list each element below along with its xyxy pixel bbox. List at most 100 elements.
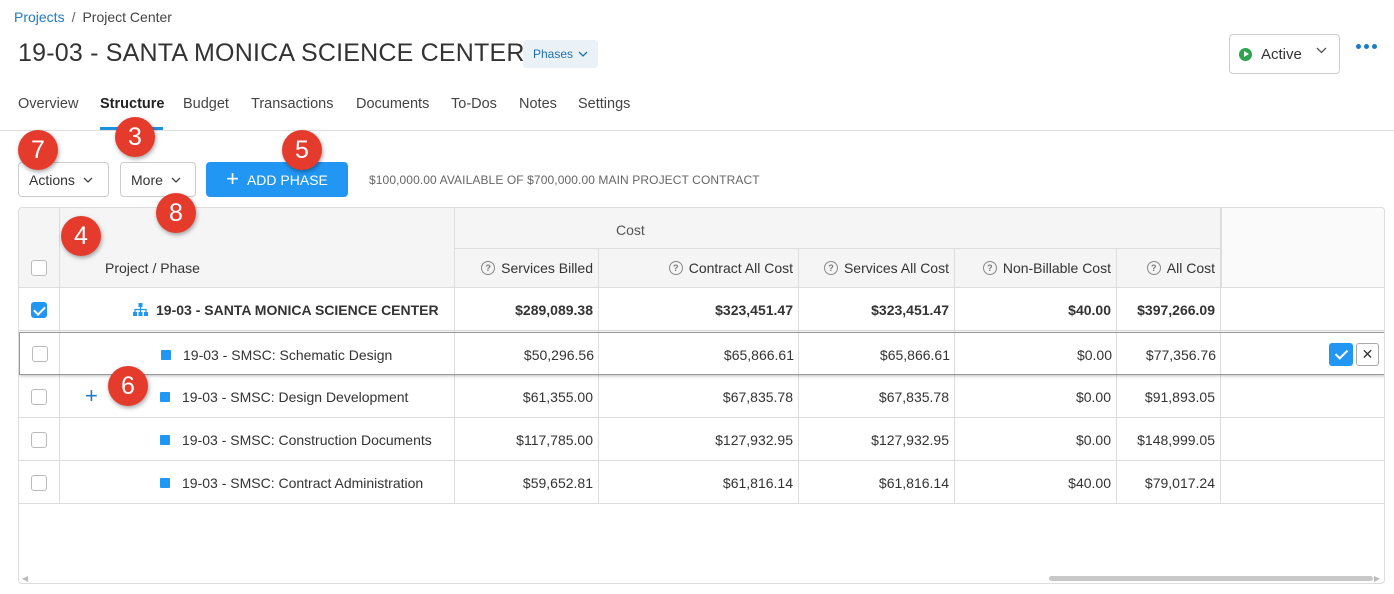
tab-settings[interactable]: Settings [578, 96, 630, 112]
cancel-edit-button[interactable]: ✕ [1356, 343, 1379, 366]
non-billable-cost-cell: $40.00 [1068, 301, 1111, 318]
select-all-checkbox[interactable] [31, 260, 47, 276]
hierarchy-icon [133, 303, 148, 316]
table-row[interactable]: 19-03 - SMSC: Contract Administration $5… [19, 461, 1384, 504]
phase-name: 19-03 - SMSC: Contract Administration [182, 474, 424, 491]
add-subphase-icon[interactable]: + [85, 385, 98, 407]
phase-name-cell: 19-03 - SMSC: Construction Documents [160, 418, 432, 461]
tab-todos[interactable]: To-Dos [451, 96, 497, 112]
services-billed-cell: $117,785.00 [516, 431, 593, 448]
services-billed-cell: $289,089.38 [515, 301, 593, 318]
non-billable-cost-cell: $40.00 [1068, 474, 1111, 491]
column-header-all-cost[interactable]: ? All Cost [1117, 260, 1215, 276]
grid-header-filler [1221, 208, 1384, 288]
help-icon[interactable]: ? [1146, 261, 1161, 275]
more-options-icon[interactable] [1356, 44, 1377, 49]
column-header-services-billed[interactable]: ? Services Billed [455, 260, 593, 276]
chevron-down-icon [1316, 47, 1327, 54]
confirm-edit-button[interactable] [1329, 343, 1353, 366]
contract-all-cost-cell: $127,932.95 [715, 431, 793, 448]
all-cost-cell: $397,266.09 [1137, 301, 1215, 318]
table-row[interactable]: 19-03 - SMSC: Schematic Design $50,296.5… [19, 332, 1384, 376]
help-icon[interactable]: ? [481, 261, 496, 275]
scroll-right-arrow-icon[interactable]: ▶ [1374, 574, 1380, 583]
status-label: Active [1261, 45, 1302, 63]
contract-all-cost-cell: $65,866.61 [723, 346, 794, 363]
horizontal-scrollbar[interactable] [1049, 576, 1373, 581]
more-label: More [131, 171, 163, 188]
all-cost-cell: $148,999.05 [1137, 431, 1215, 448]
tab-transactions[interactable]: Transactions [251, 96, 333, 112]
project-name: 19-03 - SANTA MONICA SCIENCE CENTER [156, 301, 439, 318]
help-icon[interactable]: ? [823, 261, 838, 275]
help-icon[interactable]: ? [982, 261, 997, 275]
annotation-marker: 5 [282, 130, 322, 170]
contract-all-cost-cell: $61,816.14 [722, 474, 793, 491]
phase-name-cell: 19-03 - SMSC: Design Development [160, 375, 408, 418]
phase-name-cell: 19-03 - SMSC: Schematic Design [161, 333, 392, 376]
phase-square-icon [160, 391, 170, 402]
phase-square-icon [161, 349, 171, 360]
all-cost-cell: $77,356.76 [1145, 346, 1216, 363]
add-phase-label: ADD PHASE [246, 171, 328, 188]
services-billed-cell: $59,652.81 [522, 474, 593, 491]
column-header-contract-all-cost[interactable]: ? Contract All Cost [599, 260, 793, 276]
phase-square-icon [160, 434, 170, 445]
phases-dropdown[interactable]: Phases [523, 40, 599, 68]
table-row[interactable]: 19-03 - SMSC: Construction Documents $11… [19, 418, 1384, 461]
more-button[interactable]: More [120, 162, 196, 197]
chevron-down-icon [83, 177, 93, 183]
column-header-label: Contract All Cost [688, 260, 793, 276]
all-cost-cell: $79,017.24 [1144, 474, 1215, 491]
column-header-services-all-cost[interactable]: ? Services All Cost [799, 260, 949, 276]
table-row[interactable]: 19-03 - SANTA MONICA SCIENCE CENTER $289… [19, 288, 1384, 331]
breadcrumb-projects-link[interactable]: Projects [14, 9, 65, 25]
non-billable-cost-cell: $0.00 [1075, 431, 1111, 448]
column-header-non-billable-cost[interactable]: ? Non-Billable Cost [955, 260, 1111, 276]
chevron-down-icon [171, 177, 181, 183]
plus-icon: + [226, 165, 239, 191]
services-all-cost-cell: $61,816.14 [878, 474, 949, 491]
contract-all-cost-cell: $67,835.78 [722, 388, 793, 405]
column-header-label: Services All Cost [843, 260, 949, 276]
services-all-cost-cell: $65,866.61 [879, 346, 950, 363]
non-billable-cost-cell: $0.00 [1075, 388, 1111, 405]
services-all-cost-cell: $323,451.47 [871, 301, 949, 318]
cost-group-header: Cost [616, 222, 645, 238]
phase-name-cell: 19-03 - SMSC: Contract Administration [160, 461, 423, 504]
all-cost-cell: $91,893.05 [1144, 388, 1215, 405]
tab-notes[interactable]: Notes [519, 96, 557, 112]
tab-overview[interactable]: Overview [18, 96, 78, 112]
row-checkbox[interactable] [31, 389, 47, 405]
row-checkbox[interactable] [32, 346, 48, 362]
phases-label: Phases [533, 47, 574, 61]
annotation-marker: 7 [18, 130, 58, 170]
non-billable-cost-cell: $0.00 [1076, 346, 1112, 363]
project-name-cell: 19-03 - SANTA MONICA SCIENCE CENTER [133, 288, 439, 331]
scroll-left-arrow-icon[interactable]: ◀ [22, 574, 28, 583]
phase-name: 19-03 - SMSC: Design Development [182, 388, 409, 405]
annotation-marker: 6 [108, 366, 148, 406]
add-phase-button[interactable]: + ADD PHASE [206, 162, 348, 197]
services-billed-cell: $61,355.00 [522, 388, 593, 405]
chevron-down-icon [578, 51, 588, 57]
phase-name: 19-03 - SMSC: Schematic Design [183, 346, 393, 363]
row-checkbox[interactable] [31, 302, 47, 318]
tab-budget[interactable]: Budget [183, 96, 229, 112]
phase-name: 19-03 - SMSC: Construction Documents [182, 431, 432, 448]
help-icon[interactable]: ? [668, 261, 683, 275]
annotation-marker: 3 [115, 117, 155, 157]
tab-documents[interactable]: Documents [356, 96, 429, 112]
row-checkbox[interactable] [31, 475, 47, 491]
contract-availability-note: $100,000.00 AVAILABLE OF $700,000.00 MAI… [369, 173, 760, 187]
row-checkbox[interactable] [31, 432, 47, 448]
table-row[interactable]: + 19-03 - SMSC: Design Development $61,3… [19, 375, 1384, 418]
column-header-label: Non-Billable Cost [1002, 260, 1111, 276]
column-header-project-phase[interactable]: Project / Phase [105, 260, 200, 276]
tab-structure[interactable]: Structure [100, 96, 164, 112]
column-header-label: All Cost [1166, 260, 1215, 276]
services-all-cost-cell: $67,835.78 [878, 388, 949, 405]
status-dropdown[interactable]: Active [1229, 34, 1340, 74]
column-header-label: Services Billed [501, 260, 593, 276]
annotation-marker: 4 [61, 216, 101, 256]
